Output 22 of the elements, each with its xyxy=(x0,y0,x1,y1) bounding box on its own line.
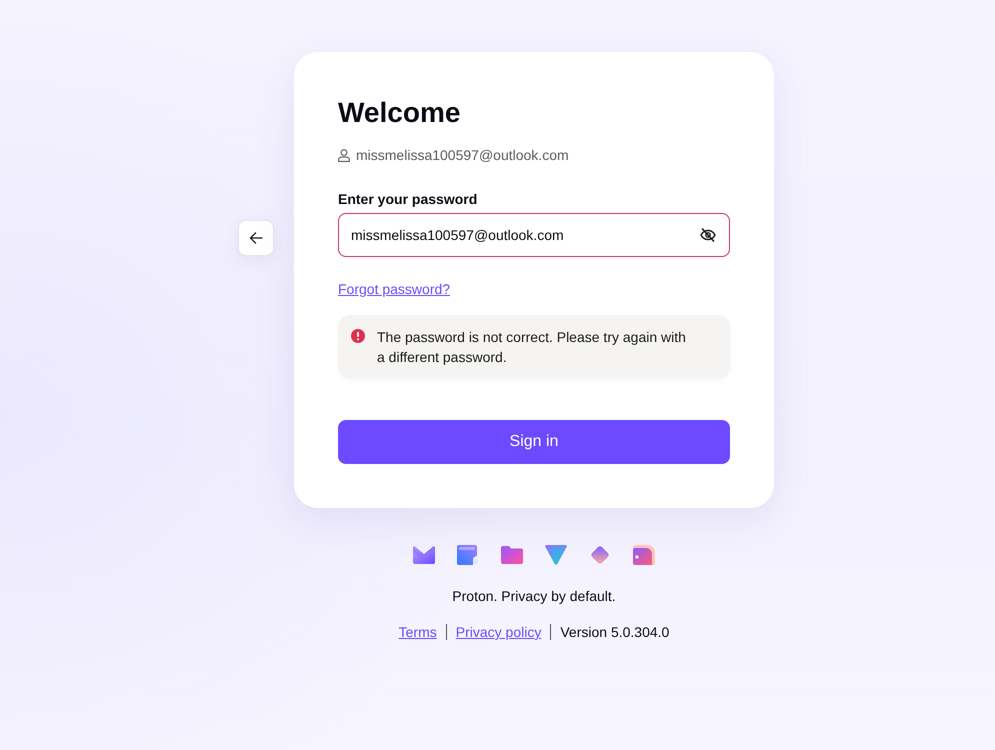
wallet-icon[interactable] xyxy=(633,545,655,565)
exclamation-circle-icon xyxy=(351,329,365,343)
footer-tagline: Proton. Privacy by default. xyxy=(452,587,616,606)
arrow-left-icon xyxy=(249,232,263,244)
version-text: Version 5.0.304.0 xyxy=(560,623,670,642)
eye-slash-icon xyxy=(700,228,716,242)
folder-icon[interactable] xyxy=(501,546,523,564)
m-shape-icon[interactable] xyxy=(413,546,435,564)
password-field[interactable]: missmelissa100597@outlook.com xyxy=(338,213,730,257)
sign-in-button[interactable]: Sign in xyxy=(338,420,730,464)
welcome-title: Welcome xyxy=(338,96,462,130)
error-message: The password is not correct. Please try again with a different password. xyxy=(377,328,687,367)
calendar-icon[interactable] xyxy=(457,545,479,565)
back-button[interactable] xyxy=(238,220,274,256)
forgot-password-link[interactable]: Forgot password? xyxy=(338,281,450,297)
toggle-password-button[interactable] xyxy=(700,228,716,242)
terms-link[interactable]: Terms xyxy=(398,622,437,642)
privacy-policy-link[interactable]: Privacy policy xyxy=(456,622,542,642)
triangle-icon[interactable] xyxy=(545,545,567,565)
user-icon xyxy=(338,148,350,162)
account-email: missmelissa100597@outlook.com xyxy=(356,146,569,165)
password-label: Enter your password xyxy=(338,190,478,209)
